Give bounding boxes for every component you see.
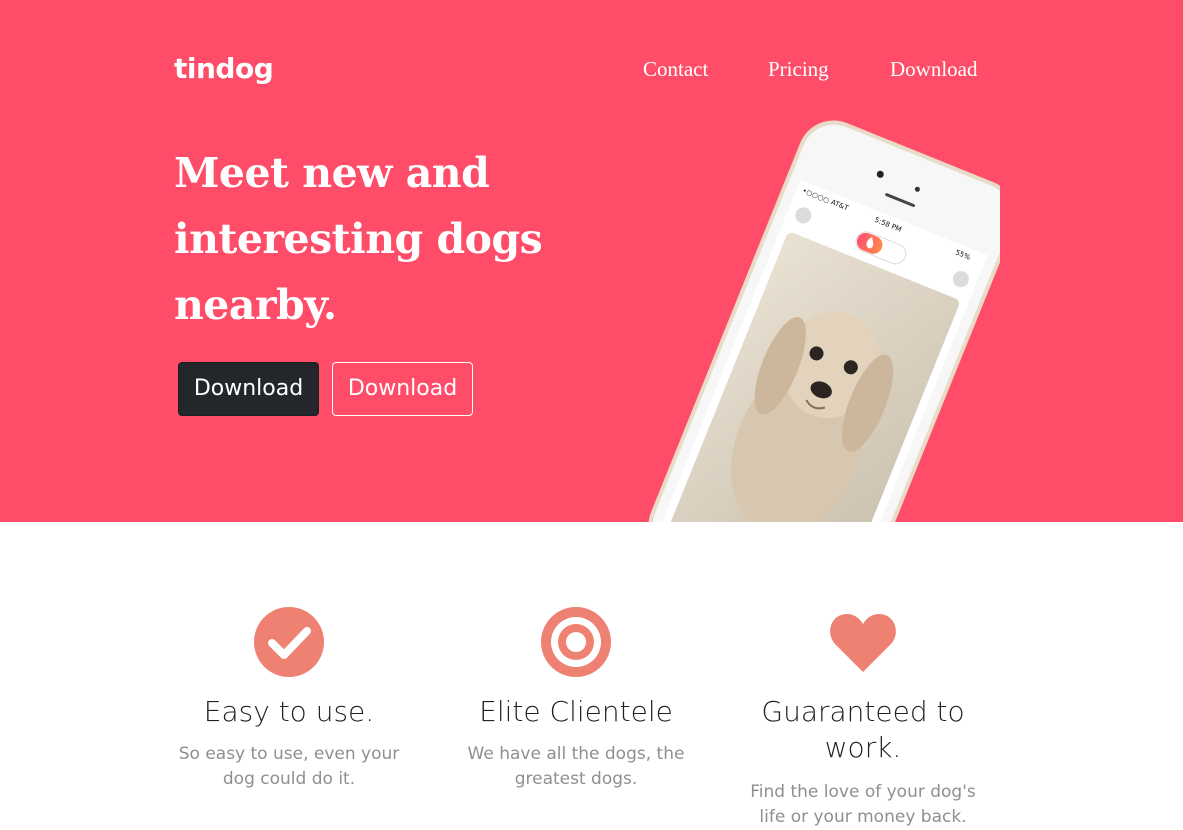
hero-headline: Meet new and interesting dogs nearby. bbox=[174, 140, 594, 338]
nav-contact-link[interactable]: Contact bbox=[643, 57, 708, 82]
headline-line-1: Meet new and bbox=[174, 149, 490, 197]
feature-title: Elite Clientele bbox=[479, 695, 673, 728]
bullseye-icon bbox=[541, 607, 611, 677]
phone-mockup: •○○○○ AT&T 5:58 PM 55% bbox=[580, 120, 1000, 522]
features-section: Easy to use. So easy to use, even your d… bbox=[0, 522, 1183, 827]
feature-text: We have all the dogs, the greatest dogs. bbox=[467, 744, 685, 789]
headline-line-2: interesting dogs bbox=[174, 215, 543, 263]
check-circle-icon bbox=[254, 607, 324, 677]
top-nav: Contact Pricing Download bbox=[0, 57, 1183, 87]
feature-text: So easy to use, even your dog could do i… bbox=[178, 744, 400, 789]
heart-icon bbox=[830, 614, 896, 672]
hero-section: tindog Contact Pricing Download Meet new… bbox=[0, 0, 1183, 522]
nav-pricing-link[interactable]: Pricing bbox=[768, 57, 829, 82]
download-button-outline[interactable]: Download bbox=[332, 362, 473, 416]
feature-text: Find the love of your dog's life or your… bbox=[750, 782, 976, 827]
headline-line-3: nearby. bbox=[174, 281, 337, 329]
nav-download-link[interactable]: Download bbox=[890, 57, 978, 82]
feature-title: Easy to use. bbox=[203, 695, 375, 728]
iphone-illustration: •○○○○ AT&T 5:58 PM 55% bbox=[648, 120, 1000, 522]
feature-title: Guaranteed to work. bbox=[761, 695, 965, 764]
download-button-dark[interactable]: Download bbox=[178, 362, 319, 416]
